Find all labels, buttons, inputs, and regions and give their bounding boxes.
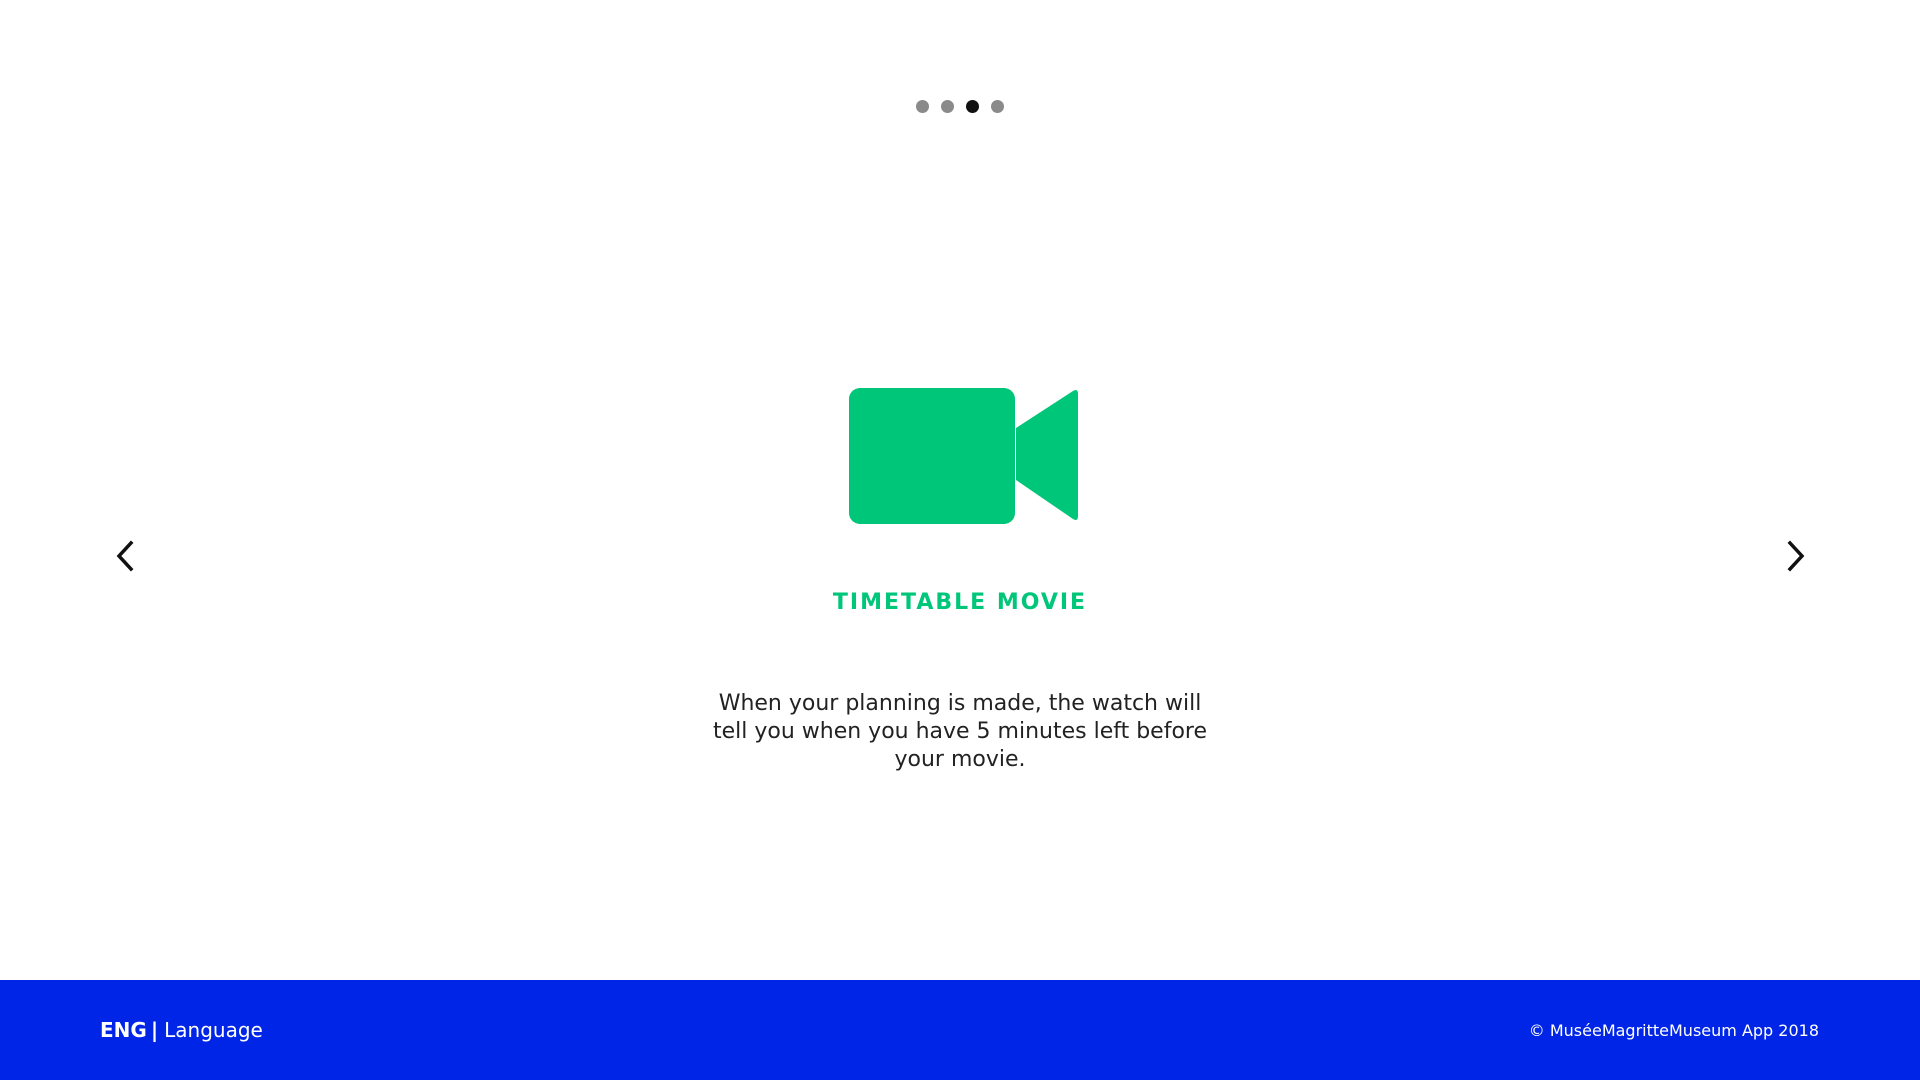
pagination-dot-2[interactable] (941, 100, 954, 113)
language-separator: | (150, 1018, 159, 1042)
slide-description: When your planning is made, the watch wi… (712, 691, 1208, 772)
chevron-left-icon (116, 540, 134, 572)
pagination-dot-4[interactable] (991, 100, 1004, 113)
language-label: Language (164, 1018, 263, 1042)
language-code: ENG (100, 1018, 147, 1042)
next-slide-button[interactable] (1776, 536, 1816, 576)
chevron-right-icon (1787, 540, 1805, 572)
onboarding-screen: TIMETABLE MOVIE When your planning is ma… (0, 0, 1920, 1080)
slide-title: TIMETABLE MOVIE (832, 590, 1088, 615)
previous-slide-button[interactable] (105, 536, 145, 576)
pagination-dots (0, 100, 1920, 113)
video-camera-icon (849, 388, 1078, 524)
footer-bar: ENG | Language © MuséeMagritteMuseum App 2… (0, 980, 1920, 1080)
pagination-dot-1[interactable] (916, 100, 929, 113)
pagination-dot-3[interactable] (966, 100, 979, 113)
language-selector[interactable]: ENG | Language (100, 1018, 263, 1042)
copyright-text: © MuséeMagritteMuseum App 2018 (1528, 1021, 1819, 1040)
